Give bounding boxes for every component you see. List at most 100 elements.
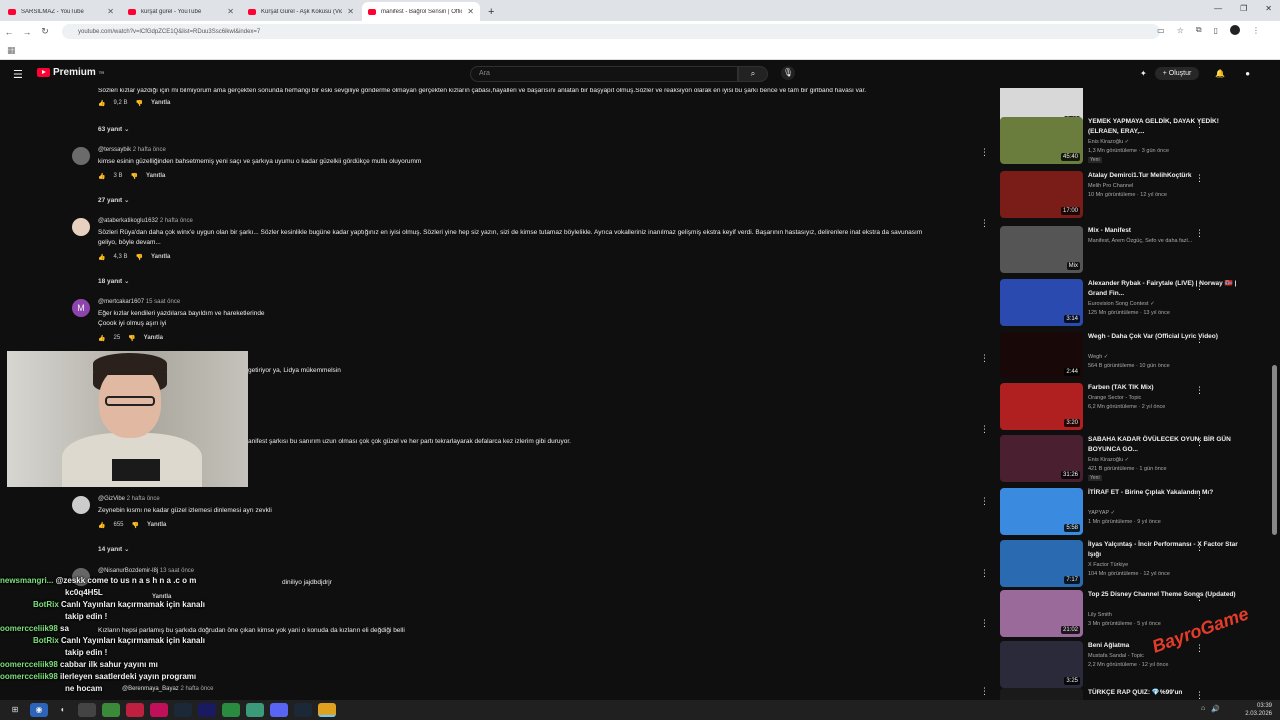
related-video[interactable]: 3:20 Farben (TAK TIK Mix) Orange Sector - … <box>1000 383 1265 433</box>
new-tab-button[interactable]: + <box>488 6 494 18</box>
close-icon[interactable]: ✕ <box>227 7 234 16</box>
related-video[interactable]: 3:14 Alexander Rybak - Fairytale (LIVE) |… <box>1000 279 1265 329</box>
video-title[interactable]: İTİRAF ET - Birine Çıplak Yakalandın Mı? <box>1088 488 1248 498</box>
minimize-icon[interactable]: — <box>1214 4 1222 13</box>
gamepad-icon[interactable]: ✦ <box>1140 69 1147 78</box>
channel-name[interactable]: Wegh ✓ <box>1088 354 1108 360</box>
forward-icon[interactable]: → <box>18 27 36 37</box>
scrollbar[interactable] <box>1272 365 1277 535</box>
more-icon[interactable]: ⋮ <box>1195 228 1204 239</box>
more-icon[interactable]: ⋮ <box>1195 173 1204 184</box>
tab-sarsilmaz[interactable]: SARSILMAZ - YouTube ✕ <box>2 2 120 21</box>
app-icon[interactable] <box>246 703 264 717</box>
video-title[interactable]: SABAHA KADAR ÖVÜLECEK OYUN: BİR GÜN BOYU… <box>1088 435 1248 455</box>
account-icon[interactable]: ● <box>1245 69 1250 78</box>
video-thumbnail[interactable]: 3:25 <box>1000 641 1083 688</box>
video-title[interactable]: İlyas Yalçıntaş - İncir Performansı - X … <box>1088 540 1248 560</box>
like-icon[interactable]: 👍 <box>98 335 105 342</box>
avatar[interactable] <box>72 496 90 514</box>
video-thumbnail[interactable]: 21:02 <box>1000 590 1083 637</box>
more-icon[interactable]: ⋮ <box>1195 592 1204 603</box>
dislike-icon[interactable]: 👎 <box>136 254 143 261</box>
like-icon[interactable]: 👍 <box>98 173 105 180</box>
extensions-icon[interactable]: ⧉ <box>1196 25 1202 35</box>
more-icon[interactable]: ⋮ <box>1195 334 1204 345</box>
close-icon[interactable]: ✕ <box>107 7 114 16</box>
like-icon[interactable]: 👍 <box>98 100 105 107</box>
like-icon[interactable]: 👍 <box>98 254 105 261</box>
video-thumbnail[interactable] <box>1000 688 1083 700</box>
close-icon[interactable]: ✕ <box>467 7 474 16</box>
related-video[interactable]: 45:40 YEMEK YAPMAYA GELDİK, DAYAK YEDİK! … <box>1000 117 1265 167</box>
video-title[interactable]: Atalay Demirci1.Tur MelihKoçtürk <box>1088 171 1248 181</box>
maximize-icon[interactable]: ❐ <box>1240 4 1247 13</box>
microphone-icon[interactable]: 🎙 <box>781 66 795 80</box>
channel-name[interactable]: Lily Smith <box>1088 612 1112 618</box>
app-icon[interactable]: ◉ <box>30 703 48 717</box>
search-input[interactable]: Ara <box>470 66 738 82</box>
related-video[interactable]: 7:17 İlyas Yalçıntaş - İncir Performansı … <box>1000 540 1265 590</box>
channel-name[interactable]: Enis Kirazoğlu ✓ <box>1088 139 1129 145</box>
reply-button[interactable]: Yanıtla <box>144 335 163 342</box>
avatar[interactable] <box>72 147 90 165</box>
close-icon[interactable]: ✕ <box>347 7 354 16</box>
avatar[interactable]: M <box>72 299 90 317</box>
avatar[interactable] <box>72 218 90 236</box>
related-video[interactable]: TÜRKÇE RAP QUIZ: 💎%99'un ⋮ <box>1000 688 1265 700</box>
clock[interactable]: 03:39 2.03.2026 <box>1245 702 1272 718</box>
channel-name[interactable]: Orange Sector - Topic <box>1088 395 1141 401</box>
app-icon[interactable] <box>126 703 144 717</box>
related-video[interactable]: 3:25 Beni Ağlatma Mustafa Sandal - Topic 2,… <box>1000 641 1265 691</box>
cast-icon[interactable]: ▭ <box>1157 26 1165 35</box>
tab-manifest[interactable]: manifest - Bağrol Sensin | Offic... ✕ <box>362 2 480 21</box>
more-icon[interactable]: ⋮ <box>1195 281 1204 292</box>
channel-name[interactable]: Mustafa Sandal - Topic <box>1088 653 1144 659</box>
replies-toggle[interactable]: 14 yanıt ⌄ <box>98 545 129 553</box>
youtube-logo[interactable]: Premium TR <box>37 67 104 78</box>
more-icon[interactable]: ⋮ <box>980 618 989 629</box>
replies-toggle[interactable]: 63 yanıt ⌄ <box>98 125 129 133</box>
video-thumbnail[interactable]: 17:00 <box>1000 171 1083 218</box>
app-icon[interactable] <box>198 703 216 717</box>
tab-kursat[interactable]: kürşat gürel - YouTube ✕ <box>122 2 240 21</box>
comment-author[interactable]: @NisanurBozdemir-l8j <box>98 568 158 574</box>
more-icon[interactable]: ⋮ <box>980 496 989 507</box>
url-field[interactable]: youtube.com/watch?v=lCfGdpZCE1Q&list=RDu… <box>62 24 1160 39</box>
video-title[interactable]: YEMEK YAPMAYA GELDİK, DAYAK YEDİK! (ELRA… <box>1088 117 1248 137</box>
comment-author[interactable]: @GizVibe <box>98 496 125 502</box>
reply-button[interactable]: Yanıtla <box>146 173 165 180</box>
video-title[interactable]: Wegh - Daha Çok Var (Official Lyric Vide… <box>1088 332 1248 342</box>
like-icon[interactable]: 👍 <box>98 522 105 529</box>
dislike-icon[interactable]: 👎 <box>131 173 138 180</box>
bookmark-icon[interactable]: ☆ <box>1177 26 1184 35</box>
reply-button[interactable]: Yanıtla <box>151 254 170 261</box>
tab-ask-kokusu[interactable]: Kürşat Gürel - Aşk Kokusu (Vid... ✕ <box>242 2 360 21</box>
dislike-icon[interactable]: 👎 <box>136 100 143 107</box>
reply-button[interactable]: Yanıtla <box>151 100 170 107</box>
back-icon[interactable]: ← <box>0 27 18 37</box>
related-video[interactable]: 5:58 İTİRAF ET - Birine Çıplak Yakalandın… <box>1000 488 1265 538</box>
more-icon[interactable]: ⋮ <box>1195 690 1204 700</box>
app-icon[interactable] <box>78 703 96 717</box>
video-title[interactable]: Top 25 Disney Channel Theme Songs (Updat… <box>1088 590 1248 600</box>
more-icon[interactable]: ⋮ <box>1195 119 1204 130</box>
channel-name[interactable]: YAPYAP ✓ <box>1088 510 1115 516</box>
channel-name[interactable]: Eurovision Song Contest ✓ <box>1088 301 1155 307</box>
menu-icon[interactable]: ☰ <box>13 68 23 81</box>
related-video[interactable]: Mix Mix - Manifest Manifest, Arem Özgüç, S… <box>1000 226 1265 276</box>
dislike-icon[interactable]: 👎 <box>128 335 135 342</box>
video-thumbnail[interactable]: 31:26 <box>1000 435 1083 482</box>
comment-author[interactable]: @terssaybik <box>98 147 131 153</box>
create-button[interactable]: + Oluştur <box>1154 67 1200 80</box>
chrome-icon[interactable] <box>318 703 336 717</box>
video-thumbnail[interactable]: 5:58 <box>1000 488 1083 535</box>
reply-button[interactable]: Yanıtla <box>147 522 166 529</box>
video-title[interactable]: Farben (TAK TIK Mix) <box>1088 383 1248 393</box>
app-icon[interactable] <box>222 703 240 717</box>
more-icon[interactable]: ⋮ <box>1195 385 1204 396</box>
close-window-icon[interactable]: ✕ <box>1265 4 1272 13</box>
channel-name[interactable]: Melih Pro Channel <box>1088 183 1133 189</box>
more-icon[interactable]: ⋮ <box>1195 490 1204 501</box>
replies-toggle[interactable]: 18 yanıt ⌄ <box>98 277 129 285</box>
comment-author[interactable]: @ataberkatikoglu1632 <box>98 218 158 224</box>
